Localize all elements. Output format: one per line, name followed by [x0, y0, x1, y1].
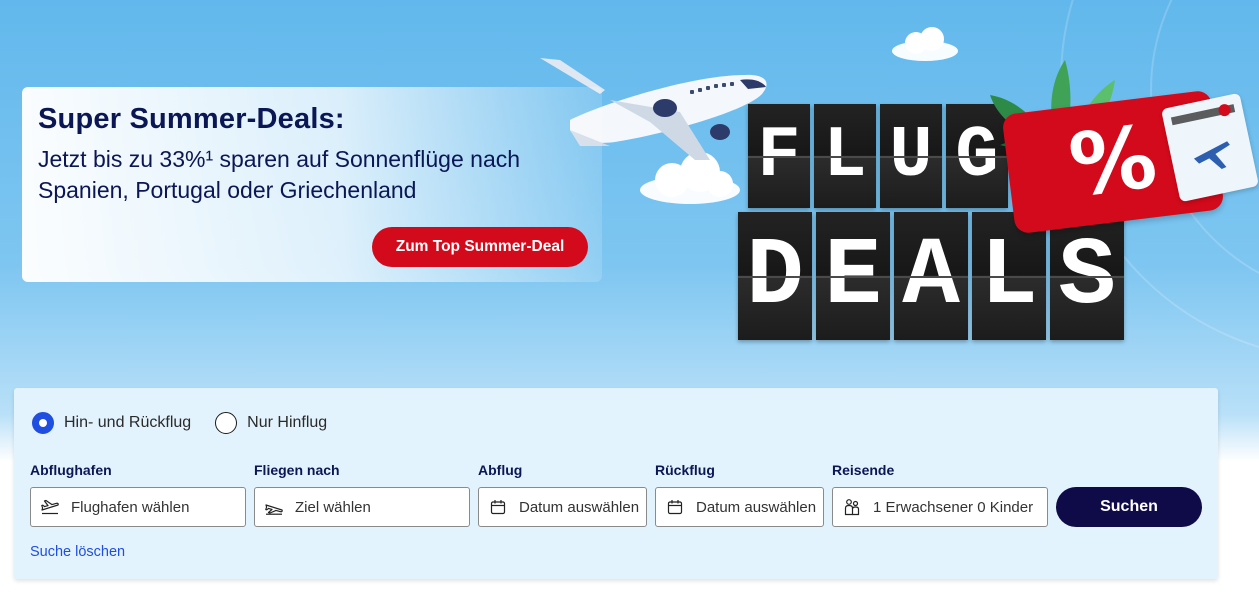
departure-date-label: Abflug — [478, 462, 523, 478]
flap-letter: E — [816, 212, 890, 340]
return-date-field[interactable]: Datum auswählen — [655, 487, 824, 527]
departure-airport-label: Abflughafen — [30, 462, 112, 478]
flight-search-panel: Hin- und Rückflug Nur Hinflug Abflughafe… — [14, 388, 1218, 579]
field-value: Datum auswählen — [519, 498, 640, 516]
field-value: Ziel wählen — [295, 498, 371, 516]
destination-label: Fliegen nach — [254, 462, 340, 478]
radio-label: Hin- und Rückflug — [64, 414, 192, 431]
departure-date-field[interactable]: Datum auswählen — [478, 487, 647, 527]
travelers-field[interactable]: 1 Erwachsener 0 Kinder — [832, 487, 1048, 527]
departure-airport-field[interactable]: Flughafen wählen — [30, 487, 246, 527]
top-summer-deal-button[interactable]: Zum Top Summer-Deal — [372, 227, 588, 267]
search-button[interactable]: Suchen — [1056, 487, 1202, 527]
promo-text-line: Jetzt bis zu 33%¹ sparen auf Sonnenflüge… — [38, 146, 521, 172]
radio-label: Nur Hinflug — [247, 414, 328, 431]
flap-board-row: D E A L S — [738, 212, 1128, 340]
calendar-icon — [489, 498, 507, 516]
flap-letter: L — [814, 104, 876, 208]
return-date-label: Rückflug — [655, 462, 715, 478]
flap-letter: A — [894, 212, 968, 340]
field-value: Flughafen wählen — [71, 498, 190, 516]
destination-plane-icon — [265, 498, 283, 516]
destination-field[interactable]: Ziel wählen — [254, 487, 470, 527]
cloud-icon — [892, 27, 958, 61]
radio-unchecked-icon[interactable] — [215, 412, 238, 434]
calendar-icon — [666, 498, 684, 516]
flap-letter: S — [1050, 212, 1124, 340]
travelers-icon — [843, 498, 861, 516]
travelers-label: Reisende — [832, 462, 895, 478]
field-value: 1 Erwachsener 0 Kinder — [873, 498, 1034, 516]
promo-text-line: Spanien, Portugal oder Griechenland — [38, 177, 417, 203]
radio-one-way[interactable]: Nur Hinflug — [215, 412, 327, 434]
flap-board-row: F L U G — [748, 104, 1012, 208]
clear-search-link[interactable]: Suche löschen — [30, 544, 125, 560]
radio-round-trip[interactable]: Hin- und Rückflug — [32, 412, 191, 434]
flap-letter: U — [880, 104, 942, 208]
flap-letter: D — [738, 212, 812, 340]
departure-plane-icon — [41, 498, 59, 516]
trip-type-radio-group: Hin- und Rückflug Nur Hinflug — [32, 412, 351, 434]
flap-letter: F — [748, 104, 810, 208]
promo-text: Jetzt bis zu 33%¹ sparen auf Sonnenflüge… — [38, 144, 586, 206]
radio-checked-icon[interactable] — [32, 412, 54, 434]
promo-card: Super Summer-Deals: Jetzt bis zu 33%¹ sp… — [22, 87, 602, 282]
promo-title: Super Summer-Deals: — [38, 103, 345, 135]
field-value: Datum auswählen — [696, 498, 817, 516]
